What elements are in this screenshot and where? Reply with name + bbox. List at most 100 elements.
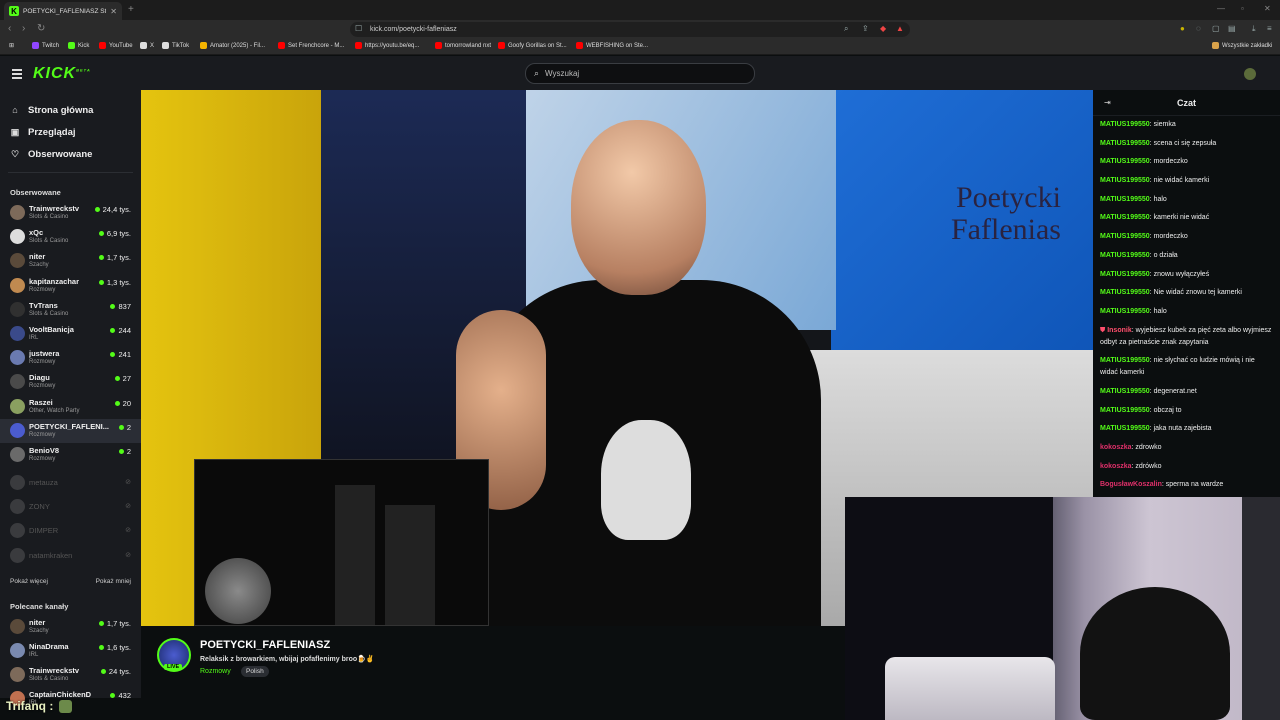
- bookmark-item[interactable]: TikTok: [162, 42, 189, 49]
- sidebar-toggle-icon[interactable]: ▤: [1228, 24, 1236, 33]
- search-box[interactable]: ⌕: [525, 63, 755, 84]
- bookmark-item[interactable]: WEBFISHING on Ste...: [576, 42, 648, 49]
- hamburger-menu-icon[interactable]: [12, 69, 22, 81]
- channel-row[interactable]: Raszei Other, Watch Party 20: [0, 395, 141, 419]
- viewer-count-text: 1,7 tys.: [106, 253, 131, 263]
- chat-username[interactable]: MATIUS199550: [1100, 289, 1150, 296]
- chat-username[interactable]: MATIUS199550: [1100, 140, 1150, 147]
- search-input[interactable]: [545, 69, 726, 78]
- chat-username[interactable]: MATIUS199550: [1100, 196, 1150, 203]
- bookmark-item[interactable]: tomorrowland nxt: [435, 42, 491, 49]
- chat-text: sperma na wardze: [1165, 481, 1224, 489]
- chat-username[interactable]: MATIUS199550: [1100, 177, 1150, 184]
- offline-channel-row[interactable]: DIMPER ⊘: [0, 519, 141, 543]
- channel-row[interactable]: niter Szachy 1,7 tys.: [0, 249, 141, 273]
- chat-username[interactable]: MATIUS199550: [1100, 252, 1150, 259]
- stream-info: LIVE POETYCKI_FAFLENIASZ Relaksik z brow…: [141, 626, 845, 698]
- close-tab-icon[interactable]: ✕: [110, 7, 117, 16]
- chat-username[interactable]: MATIUS199550: [1100, 233, 1150, 240]
- chat-username[interactable]: BogusławKoszalin: [1100, 481, 1162, 488]
- extension-icon[interactable]: ●: [1180, 24, 1185, 33]
- chat-username[interactable]: MATIUS199550: [1100, 214, 1150, 221]
- chat-username[interactable]: MATIUS199550: [1100, 357, 1150, 364]
- chat-message: MATIUS199550: kamerki nie widać: [1100, 212, 1274, 224]
- collapse-chat-icon[interactable]: ⇥: [1104, 98, 1111, 107]
- channel-category: Slots & Casino: [29, 214, 69, 220]
- browser-tab[interactable]: K POETYCKI_FAFLENIASZ Strea... ✕: [4, 2, 122, 20]
- offline-channel-row[interactable]: metauza ⊘: [0, 471, 141, 495]
- chat-username[interactable]: kokoszka: [1100, 444, 1132, 451]
- download-icon[interactable]: ⤓: [1252, 24, 1256, 34]
- all-bookmarks[interactable]: Wszystkie zakładki: [1212, 42, 1272, 49]
- bookmark-item[interactable]: Twitch: [32, 42, 59, 49]
- channel-name: TvTrans: [29, 300, 58, 310]
- user-avatar[interactable]: [1244, 68, 1256, 80]
- stream-category[interactable]: Rozmowy: [200, 668, 231, 675]
- viewer-count-text: 1,7 tys.: [106, 618, 131, 628]
- kick-logo[interactable]: KICKBETA: [33, 65, 91, 83]
- chat-username[interactable]: MATIUS199550: [1100, 271, 1150, 278]
- zoom-icon[interactable]: ⌕: [844, 24, 848, 34]
- channel-category: Slots & Casino: [29, 310, 69, 317]
- show-less-button[interactable]: Pokaż mniej: [96, 578, 131, 585]
- channel-row[interactable]: VooltBanicja IRL 244: [0, 322, 141, 346]
- nav-home[interactable]: ⌂ Strona główna: [10, 99, 141, 121]
- channel-row[interactable]: Trainwreckstv Slots & Casino 24 tys.: [0, 663, 141, 687]
- channel-row[interactable]: Diagu Rozmowy 27: [0, 370, 141, 394]
- chat-username[interactable]: Insonik: [1107, 327, 1132, 334]
- chat-username[interactable]: MATIUS199550: [1100, 158, 1150, 165]
- wallet-icon[interactable]: ▢: [1212, 24, 1220, 33]
- nav-browse[interactable]: ▣ Przeglądaj: [10, 121, 141, 143]
- nav-following[interactable]: ♡ Obserwowane: [10, 143, 141, 165]
- chat-username[interactable]: MATIUS199550: [1100, 308, 1150, 315]
- channel-name: justwera: [29, 349, 60, 359]
- bookmark-item[interactable]: Set Frenchcore - M...: [278, 42, 344, 49]
- chat-username[interactable]: kokoszka: [1100, 463, 1132, 470]
- rewards-icon[interactable]: ▲: [896, 24, 904, 33]
- new-tab-icon[interactable]: +: [128, 4, 134, 15]
- channel-row[interactable]: BenioV8 Rozmowy 2: [0, 443, 141, 467]
- menu-icon[interactable]: ≡: [1267, 24, 1272, 33]
- channel-row[interactable]: niter Szachy 1,7 tys.: [0, 615, 141, 639]
- close-window-icon[interactable]: ✕: [1264, 4, 1271, 13]
- back-icon[interactable]: ‹: [8, 23, 11, 34]
- channel-row[interactable]: kapitanzachar Rozmowy 1,3 tys.: [0, 274, 141, 298]
- channel-avatar: [10, 446, 25, 462]
- bookmark-item[interactable]: Kick: [68, 42, 89, 49]
- offline-channel-row[interactable]: natamkraken ⊘: [0, 544, 141, 568]
- channel-name: BenioV8: [29, 445, 60, 455]
- brave-shield-icon[interactable]: ◆: [880, 24, 886, 33]
- apps-icon[interactable]: ⊞: [9, 42, 14, 49]
- chat-username[interactable]: MATIUS199550: [1100, 407, 1150, 414]
- extensions-icon[interactable]: ◌: [1196, 24, 1201, 33]
- channel-row[interactable]: NinaDrama IRL 1,6 tys.: [0, 639, 141, 663]
- bookmark-label: X: [150, 42, 155, 49]
- maximize-icon[interactable]: ▫: [1241, 4, 1244, 13]
- forward-icon[interactable]: ›: [22, 23, 25, 34]
- channel-row[interactable]: TvTrans Slots & Casino 837: [0, 298, 141, 322]
- chat-username[interactable]: MATIUS199550: [1100, 425, 1150, 432]
- language-tag[interactable]: Polish: [241, 666, 269, 677]
- minimize-icon[interactable]: —: [1217, 4, 1225, 13]
- channel-row[interactable]: xQc Slots & Casino 6,9 tys.: [0, 225, 141, 249]
- channel-name[interactable]: POETYCKI_FAFLENIASZ: [200, 639, 330, 651]
- bookmark-item[interactable]: X: [140, 42, 154, 49]
- bookmark-item[interactable]: Goofy Gorillas on St...: [498, 42, 567, 49]
- bookmark-icon[interactable]: ☐: [355, 24, 362, 33]
- channel-row[interactable]: POETYCKI_FAFLENI... Rozmowy 2: [0, 418, 141, 443]
- chat-text: degenerat.net: [1153, 387, 1197, 395]
- chat-username[interactable]: MATIUS199550: [1100, 121, 1150, 128]
- channel-avatar: [10, 350, 25, 366]
- bookmark-item[interactable]: YouTube: [99, 42, 133, 49]
- offline-channel-row[interactable]: ZONY ⊘: [0, 495, 141, 519]
- bookmark-item[interactable]: https://youtu.be/eq...: [355, 42, 419, 49]
- reload-icon[interactable]: ↻: [37, 23, 45, 34]
- url-field[interactable]: kick.com/poetycki-fafleniasz: [350, 22, 910, 37]
- channel-row[interactable]: justwera Rozmowy 241: [0, 346, 141, 370]
- channel-row[interactable]: Trainwreckstv Slots & Casino 24,4 tys.: [0, 201, 141, 225]
- show-more-button[interactable]: Pokaż więcej: [10, 578, 48, 585]
- kick-header: KICKBETA ⌕: [0, 56, 1280, 90]
- chat-username[interactable]: MATIUS199550: [1100, 388, 1150, 395]
- share-icon[interactable]: ⇪: [862, 24, 869, 33]
- bookmark-item[interactable]: Amator (2025) - Fil...: [200, 42, 265, 49]
